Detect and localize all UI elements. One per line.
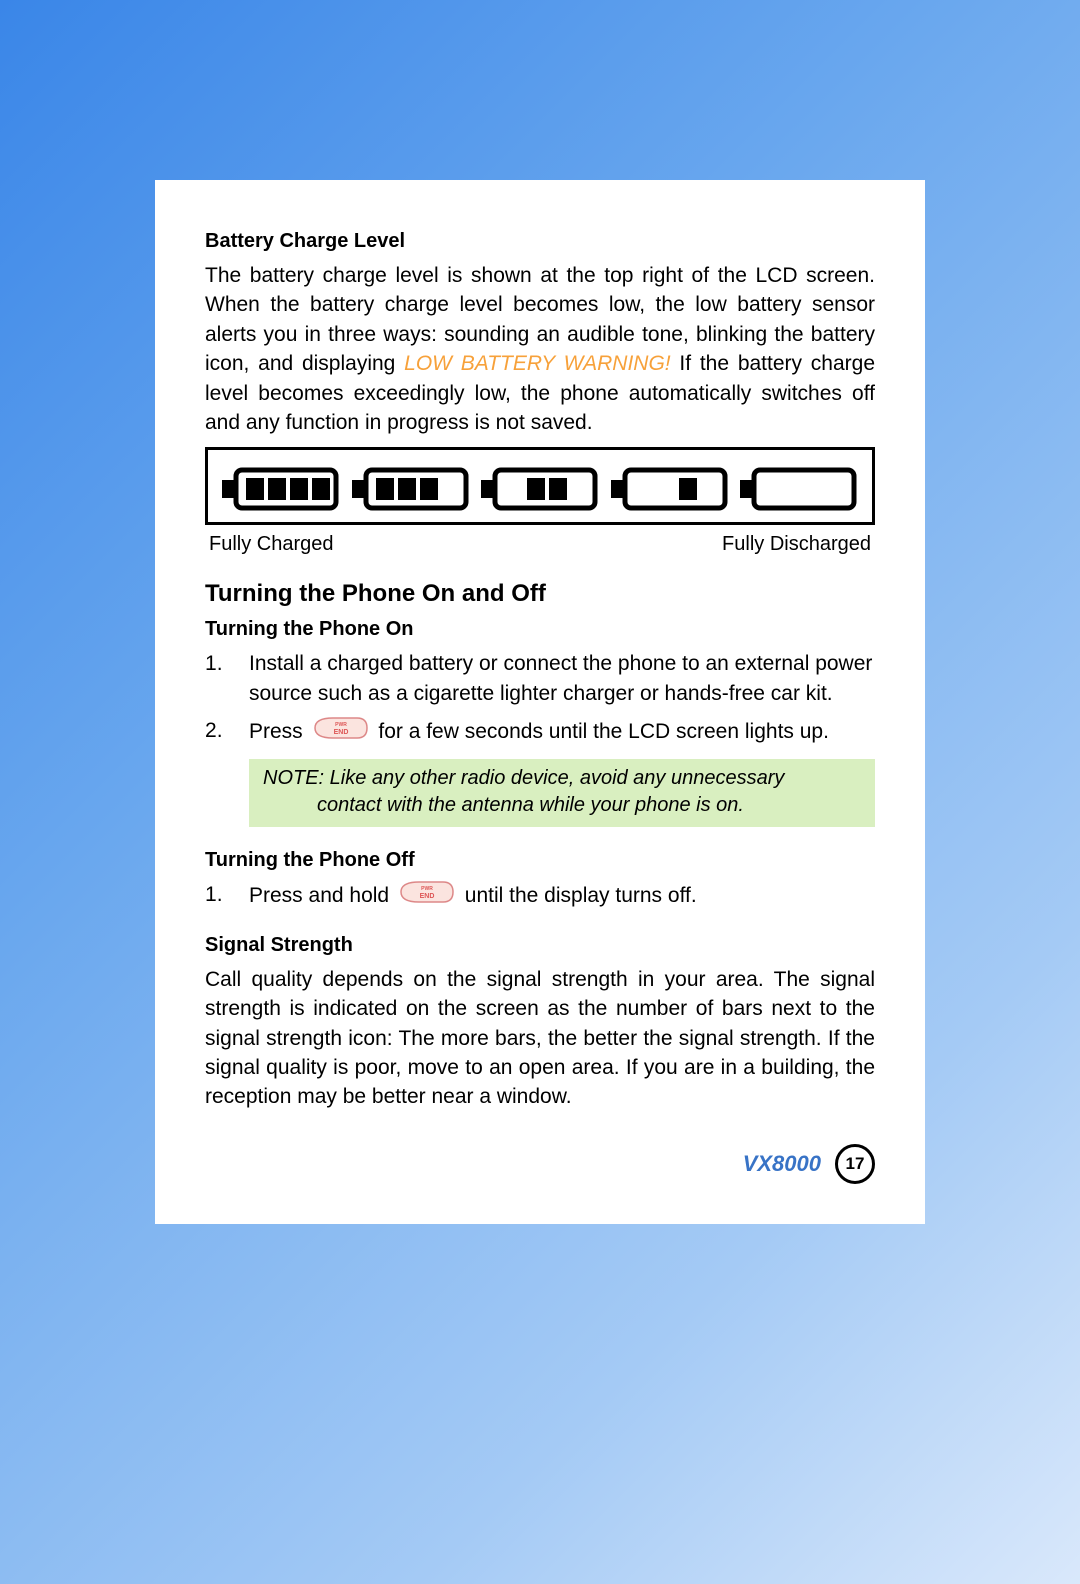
low-battery-warning-text: LOW BATTERY WARNING!	[404, 352, 670, 375]
battery-full-icon	[222, 466, 340, 512]
step-text-pre: Press	[249, 720, 309, 743]
list-item: Press and hold PWR END until the display…	[205, 880, 875, 912]
manual-page: Battery Charge Level The battery charge …	[155, 180, 925, 1224]
signal-heading: Signal Strength	[205, 934, 875, 957]
fully-charged-label: Fully Charged	[209, 533, 334, 556]
battery-3bar-icon	[352, 466, 470, 512]
page-footer: VX8000 17	[205, 1144, 875, 1184]
antenna-note: NOTE: Like any other radio device, avoid…	[249, 759, 875, 827]
model-label: VX8000	[743, 1151, 821, 1177]
battery-paragraph: The battery charge level is shown at the…	[205, 261, 875, 437]
battery-level-figure	[205, 447, 875, 525]
note-line-b: contact with the antenna while your phon…	[263, 792, 861, 819]
end-key-icon: PWR END	[399, 880, 455, 912]
signal-paragraph: Call quality depends on the signal stren…	[205, 965, 875, 1112]
svg-text:PWR: PWR	[335, 722, 347, 728]
svg-text:PWR: PWR	[421, 886, 433, 892]
list-item: Press PWR END for a few seconds until th…	[205, 716, 875, 748]
phone-off-steps: Press and hold PWR END until the display…	[205, 880, 875, 912]
step-text-post: for a few seconds until the LCD screen l…	[378, 720, 829, 743]
battery-heading: Battery Charge Level	[205, 230, 875, 253]
svg-text:END: END	[333, 729, 348, 736]
phone-on-heading: Turning the Phone On	[205, 618, 875, 641]
step-text-post: until the display turns off.	[465, 883, 697, 906]
fully-discharged-label: Fully Discharged	[722, 533, 871, 556]
power-section-heading: Turning the Phone On and Off	[205, 580, 875, 608]
battery-empty-icon	[740, 466, 858, 512]
battery-labels-row: Fully Charged Fully Discharged	[205, 533, 875, 556]
step-text-pre: Press and hold	[249, 883, 395, 906]
phone-on-steps: Install a charged battery or connect the…	[205, 649, 875, 748]
list-item: Install a charged battery or connect the…	[205, 649, 875, 708]
battery-1bar-icon	[611, 466, 729, 512]
svg-text:END: END	[420, 893, 435, 900]
note-line-a: NOTE: Like any other radio device, avoid…	[263, 767, 784, 789]
page-number: 17	[835, 1144, 875, 1184]
end-key-icon: PWR END	[313, 716, 369, 748]
phone-off-heading: Turning the Phone Off	[205, 849, 875, 872]
battery-2bar-icon	[481, 466, 599, 512]
step-text: Install a charged battery or connect the…	[249, 652, 872, 704]
